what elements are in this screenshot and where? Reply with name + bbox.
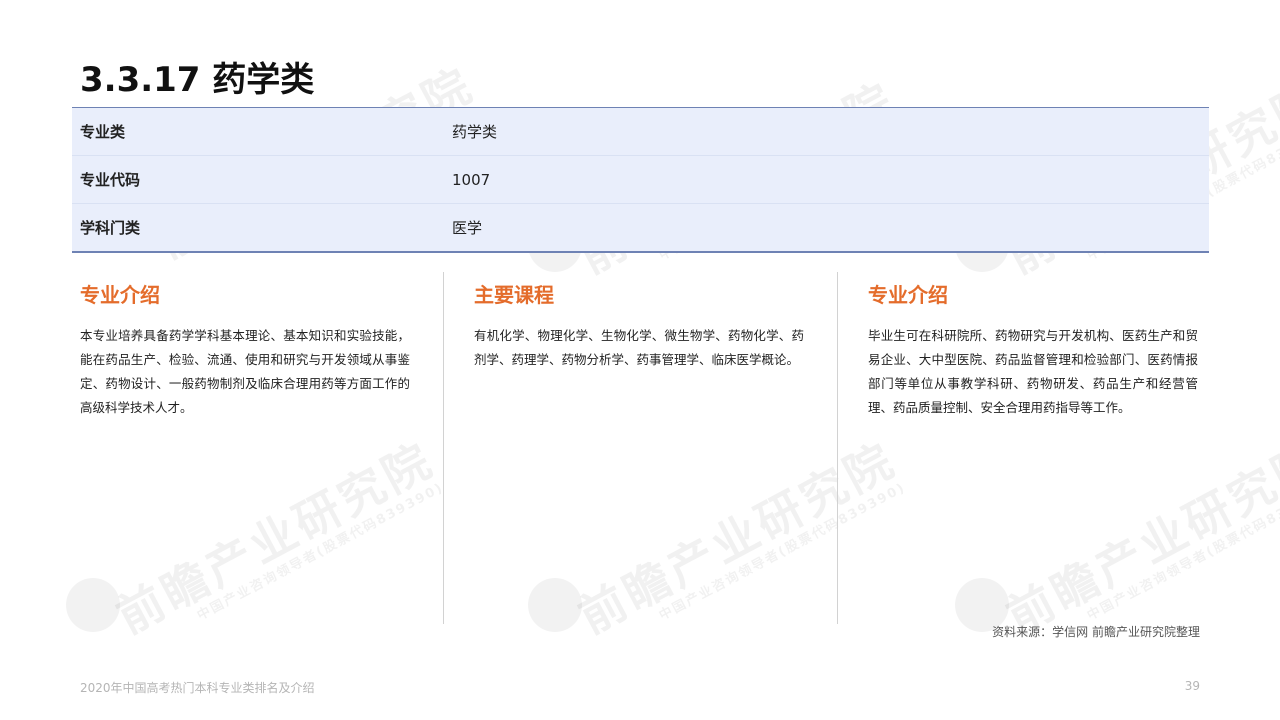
career-text: 毕业生可在科研院所、药物研究与开发机构、医药生产和贸易企业、大中型医院、药品监督… xyxy=(868,328,1198,415)
table-row: 专业类 药学类 xyxy=(72,108,1209,156)
source-note: 资料来源：学信网 前瞻产业研究院整理 xyxy=(992,625,1200,639)
career-column: 专业介绍 毕业生可在科研院所、药物研究与开发机构、医药生产和贸易企业、大中型医院… xyxy=(868,272,1198,624)
table-value: 医学 xyxy=(452,219,483,237)
column-divider xyxy=(443,272,444,624)
courses-text: 有机化学、物理化学、生物化学、微生物学、药物化学、药剂学、药理学、药物分析学、药… xyxy=(474,328,804,367)
courses-column: 主要课程 有机化学、物理化学、生物化学、微生物学、药物化学、药剂学、药理学、药物… xyxy=(474,272,804,624)
table-row: 专业代码 1007 xyxy=(72,156,1209,204)
career-heading: 专业介绍 xyxy=(868,283,948,307)
intro-text: 本专业培养具备药学学科基本理论、基本知识和实验技能，能在药品生产、检验、流通、使… xyxy=(80,328,410,415)
page-number: 39 xyxy=(1184,679,1200,693)
table-key: 学科门类 xyxy=(80,219,141,237)
intro-column: 专业介绍 本专业培养具备药学学科基本理论、基本知识和实验技能，能在药品生产、检验… xyxy=(80,272,410,624)
footer-report-title: 2020年中国高考热门本科专业类排名及介绍 xyxy=(80,681,315,695)
column-divider xyxy=(837,272,838,624)
intro-heading: 专业介绍 xyxy=(80,283,160,307)
table-row: 学科门类 医学 xyxy=(72,204,1209,251)
courses-heading: 主要课程 xyxy=(474,283,554,307)
info-table: 专业类 药学类 专业代码 1007 学科门类 医学 xyxy=(72,107,1209,253)
page-title: 3.3.17 药学类 xyxy=(80,60,315,100)
table-value: 药学类 xyxy=(452,123,498,141)
table-value: 1007 xyxy=(452,170,491,189)
table-key: 专业类 xyxy=(80,123,126,141)
table-key: 专业代码 xyxy=(80,171,141,189)
